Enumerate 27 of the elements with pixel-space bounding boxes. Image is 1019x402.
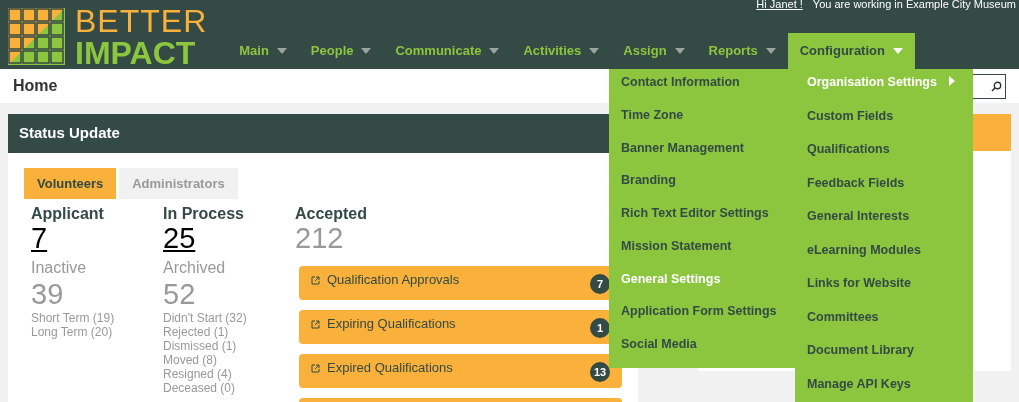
alert-label: Expiring Qualifications [327, 315, 457, 333]
count-badge: 7 [590, 274, 610, 294]
group-label: Applicant [31, 205, 105, 223]
logo-text: IMPACT [75, 36, 197, 69]
alert-label: Qualification Approvals [327, 271, 461, 289]
group-label: In Process [163, 205, 245, 223]
detail-text: Resigned (4) [163, 367, 233, 381]
organisation-label: You are working in Example City Museum [812, 0, 1016, 12]
sub-label: Inactive [31, 259, 88, 277]
detail-text: Rejected (1) [163, 325, 230, 339]
detail-text: Dismissed (1) [163, 339, 238, 353]
detail-text: Didn't Start (32) [163, 311, 248, 325]
page-title: Home [13, 76, 58, 96]
detail-text: Long Term (20) [31, 325, 114, 339]
sub-count: 39 [31, 277, 65, 311]
group-label: Accepted [295, 205, 369, 223]
sub-label: Archived [163, 259, 227, 277]
detail-text: Deceased (0) [163, 381, 237, 395]
detail-text: Short Term (19) [31, 311, 116, 325]
sub-count: 52 [163, 277, 197, 311]
panel-title: Status Update [19, 123, 120, 144]
logo-text: BETTER [75, 4, 208, 37]
count-text: 212 [295, 223, 345, 253]
alert-label: Expired Qualifications [327, 359, 454, 377]
count-badge: 13 [590, 362, 610, 382]
detail-text: Moved (8) [163, 353, 219, 367]
count-badge: 1 [590, 318, 610, 338]
